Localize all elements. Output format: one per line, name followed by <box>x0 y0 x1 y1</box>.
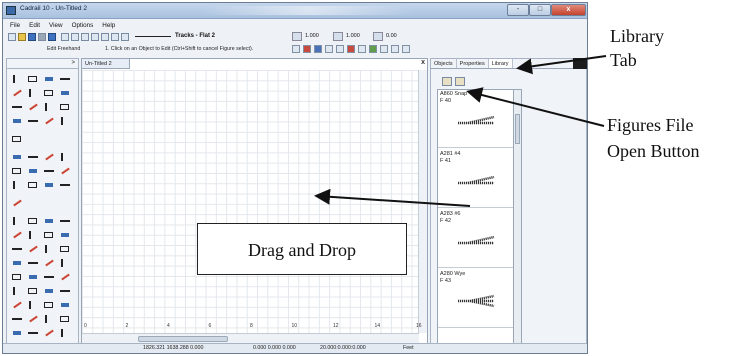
figures-button-arrow <box>466 87 605 127</box>
annotation-arrows <box>314 55 607 207</box>
library-tab-arrow <box>516 55 607 75</box>
drag-drop-arrow <box>314 188 471 207</box>
